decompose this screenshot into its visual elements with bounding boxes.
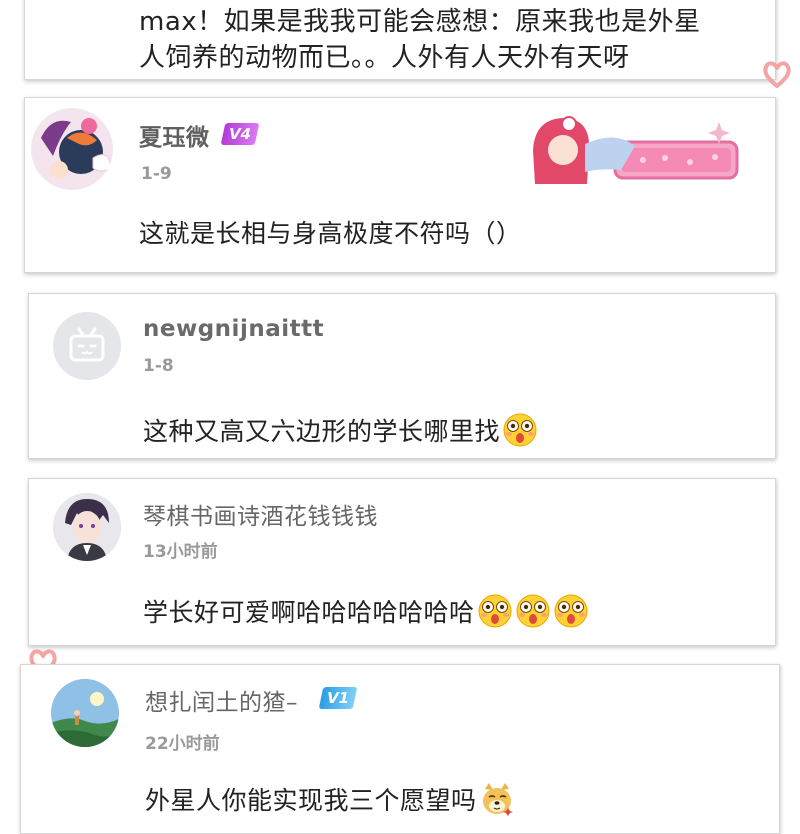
comment-text: 这就是长相与身高极度不符吗（） — [139, 219, 522, 248]
level-badge: V4 — [220, 123, 260, 145]
comment-date: 13小时前 — [143, 542, 218, 562]
comment-text-line: 人饲养的动物而已。。人外有人天外有天呀 — [139, 43, 630, 73]
comment-date: 1-9 — [141, 164, 172, 184]
astonished-emoji — [478, 594, 512, 628]
username[interactable]: 夏珏微 — [139, 118, 210, 152]
comment-card: 夏珏微 V4 1-9 这就是长相与身高极度不符吗（） — [24, 97, 776, 273]
comment-card: max！如果是我我可能会感想：原来我也是外星 人饲养的动物而已。。人外有人天外有… — [24, 0, 776, 80]
anime-boy-avatar-icon[interactable] — [53, 493, 121, 561]
comment-text: 学长好可爱啊哈哈哈哈哈哈哈 — [143, 598, 475, 627]
username[interactable]: 想扎闰土的猹– — [145, 683, 298, 717]
anime-badge-decoration-icon — [525, 110, 745, 188]
comment-date: 1-8 — [143, 356, 174, 376]
comment-card: 想扎闰土的猹– V1 22小时前 外星人你能实现我三个愿望吗 — [20, 664, 780, 834]
username[interactable]: newgnijnaittt — [143, 316, 324, 342]
comment-text: 这种又高又六边形的学长哪里找 — [143, 417, 501, 446]
comment-text-row: 这种又高又六边形的学长哪里找 — [143, 412, 538, 448]
astonished-emoji — [516, 594, 550, 628]
default-tv-avatar-icon[interactable] — [53, 312, 121, 380]
comment-text: 外星人你能实现我三个愿望吗 — [145, 786, 477, 815]
comment-date: 22小时前 — [145, 734, 220, 754]
comment-card: newgnijnaittt 1-8 这种又高又六边形的学长哪里找 — [28, 293, 776, 459]
anime-avatar-icon[interactable] — [31, 108, 113, 190]
level-badge: V1 — [318, 687, 358, 709]
username[interactable]: 琴棋书画诗酒花钱钱钱 — [143, 497, 378, 531]
doge-emoji — [482, 783, 513, 816]
comment-card: 琴棋书画诗酒花钱钱钱 13小时前 学长好可爱啊哈哈哈哈哈哈哈 — [28, 478, 776, 646]
comment-text-line: max！如果是我我可能会感想：原来我也是外星 — [139, 7, 701, 37]
astonished-emoji — [503, 413, 537, 447]
heart-icon — [762, 60, 792, 92]
comment-text-row: 外星人你能实现我三个愿望吗 — [145, 781, 515, 817]
astonished-emoji — [554, 594, 588, 628]
comment-text-row: 学长好可爱啊哈哈哈哈哈哈哈 — [143, 593, 589, 629]
landscape-avatar-icon[interactable] — [51, 679, 119, 747]
